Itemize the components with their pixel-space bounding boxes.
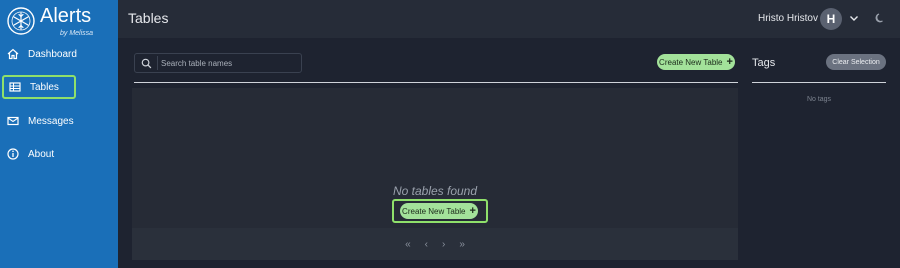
next-page-button[interactable]: ›	[442, 239, 445, 250]
sidebar-item-about[interactable]: About	[0, 142, 118, 166]
page-title: Tables	[128, 10, 169, 26]
search-divider	[157, 56, 158, 70]
create-table-label: Create New Table	[402, 206, 466, 216]
create-table-label: Create New Table	[659, 57, 723, 67]
snowflake-logo-icon	[7, 7, 35, 35]
top-bar: Tables Hristo Hristov H	[118, 0, 900, 38]
sidebar-item-label: About	[28, 148, 55, 160]
brand-title: Alerts	[40, 5, 92, 27]
empty-state-highlight: Create New Table +	[392, 199, 488, 223]
create-table-button[interactable]: Create New Table +	[657, 54, 735, 70]
tables-list: No tables found Create New Table +	[132, 88, 738, 228]
info-icon	[6, 147, 20, 161]
tags-title: Tags	[752, 57, 776, 69]
plus-icon: +	[469, 204, 476, 217]
avatar[interactable]: H	[820, 8, 842, 30]
search-box[interactable]	[134, 53, 302, 73]
moon-icon[interactable]	[874, 12, 886, 24]
first-page-button[interactable]: «	[405, 239, 411, 250]
empty-create-table-button[interactable]: Create New Table +	[400, 203, 478, 219]
tags-panel: Tags Clear Selection No tags	[752, 48, 886, 260]
sidebar-item-label: Messages	[28, 115, 74, 127]
tags-empty-message: No tags	[806, 96, 832, 103]
last-page-button[interactable]: »	[459, 239, 465, 250]
chevron-down-icon[interactable]	[848, 12, 860, 24]
home-icon	[6, 47, 20, 61]
envelope-icon	[6, 114, 20, 128]
sidebar-item-label: Tables	[30, 81, 59, 93]
divider	[752, 82, 886, 83]
brand-subtitle: by Melissa	[60, 30, 94, 37]
prev-page-button[interactable]: ‹	[425, 239, 428, 250]
pagination: « ‹ › »	[132, 228, 738, 260]
sidebar-item-messages[interactable]: Messages	[0, 109, 118, 133]
plus-icon: +	[726, 55, 733, 68]
brand[interactable]: Alerts by Melissa	[6, 4, 116, 42]
empty-state-message: No tables found	[392, 184, 478, 198]
tables-panel: Create New Table + No tables found Creat…	[130, 48, 738, 260]
user-name[interactable]: Hristo Hristov	[758, 13, 818, 24]
search-icon	[141, 58, 152, 69]
clear-selection-button[interactable]: Clear Selection	[826, 54, 886, 70]
divider	[134, 82, 738, 83]
sidebar-item-tables[interactable]: Tables	[2, 75, 76, 99]
sidebar-item-dashboard[interactable]: Dashboard	[0, 42, 118, 66]
sidebar-item-label: Dashboard	[28, 48, 77, 60]
table-icon	[8, 80, 22, 94]
sidebar: Alerts by Melissa Dashboard Tables Messa…	[0, 0, 118, 268]
search-input[interactable]	[161, 56, 297, 70]
